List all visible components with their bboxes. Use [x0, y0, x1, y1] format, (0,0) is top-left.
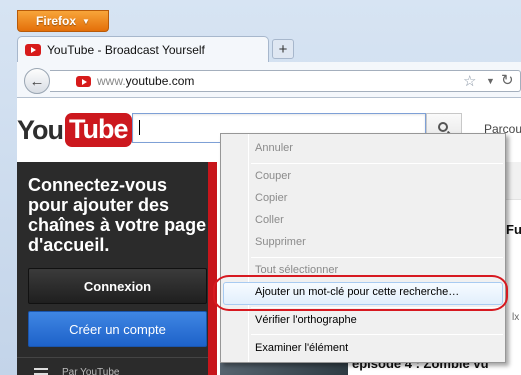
menu-separator: [251, 257, 503, 258]
logo-tube-text: Tube: [65, 113, 132, 147]
new-tab-button[interactable]: +: [272, 39, 294, 59]
youtube-favicon-icon: [25, 43, 41, 56]
chevron-down-icon: ▼: [82, 16, 90, 26]
firefox-menu-button[interactable]: Firefox ▼: [17, 10, 109, 32]
menu-item-spellcheck[interactable]: Vérifier l'orthographe: [255, 314, 357, 326]
red-highlight-ring: [213, 275, 508, 311]
menu-item-inspect[interactable]: Examiner l'élément: [255, 342, 348, 354]
menu-item-cut[interactable]: Couper: [255, 170, 291, 182]
url-host: youtube.com: [125, 74, 195, 88]
firefox-menu-label: Firefox: [36, 14, 77, 28]
menu-item-copy[interactable]: Copier: [255, 192, 287, 204]
guide-red-strip: [208, 162, 217, 375]
text-cursor: [139, 120, 140, 135]
back-button[interactable]: ←: [24, 68, 50, 94]
youtube-logo[interactable]: You Tube: [17, 113, 132, 147]
context-menu-gutter: [248, 134, 249, 362]
tab-title: YouTube - Broadcast Yourself: [47, 42, 205, 57]
url-prefix: www.: [97, 74, 126, 88]
site-identity-icon[interactable]: [76, 75, 91, 87]
feed-side-peek: lx: [512, 312, 520, 323]
menu-item-delete[interactable]: Supprimer: [255, 236, 306, 248]
logo-you-text: You: [17, 114, 64, 145]
tab-youtube[interactable]: YouTube - Broadcast Yourself: [17, 36, 269, 62]
guide-divider: [17, 357, 208, 358]
back-arrow-icon: ←: [29, 72, 45, 90]
create-account-button[interactable]: Créer un compte: [28, 311, 207, 347]
signin-button[interactable]: Connexion: [28, 268, 207, 304]
bookmark-star-icon[interactable]: ☆: [463, 72, 476, 90]
context-menu: [220, 133, 506, 363]
url-history-dropdown-icon[interactable]: ▼: [486, 76, 495, 86]
menu-item-undo[interactable]: Annuler: [255, 142, 293, 154]
guide-menu-icon[interactable]: [34, 368, 48, 375]
address-bar[interactable]: www.youtube.com: [50, 70, 521, 92]
menu-separator: [251, 163, 503, 164]
menu-separator: [251, 334, 503, 335]
reload-icon[interactable]: ↻: [501, 71, 514, 89]
menu-item-paste[interactable]: Coller: [255, 214, 284, 226]
feed-title-peek[interactable]: Fu: [506, 222, 521, 237]
signin-promo-text: Connectez-vous pour ajouter des chaînes …: [28, 175, 207, 255]
search-icon: [438, 122, 448, 132]
guide-item-peek[interactable]: Par YouTube: [62, 367, 119, 375]
